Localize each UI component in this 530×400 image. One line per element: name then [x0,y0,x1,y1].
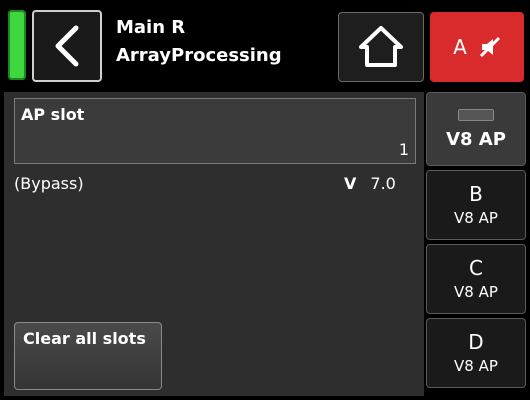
mute-channel-label: A [453,35,467,59]
tab-d-letter: D [468,330,484,354]
tab-a-label: V8 AP [446,128,506,150]
home-icon [359,26,403,67]
tab-d-sub: V8 AP [454,357,498,375]
ap-slot-field[interactable]: AP slot 1 [14,98,416,164]
bypass-status: (Bypass) [14,174,84,193]
tab-a[interactable]: V8 AP [426,92,526,166]
tab-d[interactable]: D V8 AP [426,318,526,388]
clear-all-slots-button[interactable]: Clear all slots [14,322,162,390]
tab-b-letter: B [469,182,483,206]
header-bar: Main R ArrayProcessing A [0,0,530,90]
tab-indicator-icon [458,108,494,121]
channel-tabs: V8 AP B V8 AP C V8 AP D V8 AP [426,92,530,400]
version-info: V 7.0 [344,174,396,193]
mute-button[interactable]: A [430,12,524,82]
main-panel: AP slot 1 (Bypass) V 7.0 Clear all slots [4,92,424,396]
tab-c[interactable]: C V8 AP [426,244,526,314]
version-value: 7.0 [370,174,396,193]
status-led [8,10,26,80]
back-arrow-icon [55,25,79,67]
ap-slot-label: AP slot [21,105,85,124]
version-prefix: V [344,174,357,193]
home-button[interactable] [338,12,424,82]
tab-c-letter: C [469,256,483,280]
title-line-2: ArrayProcessing [116,45,282,66]
tab-c-sub: V8 AP [454,283,498,301]
tab-b[interactable]: B V8 AP [426,170,526,240]
speaker-muted-icon [479,36,500,58]
page-title: Main R ArrayProcessing [116,14,282,70]
tab-b-sub: V8 AP [454,209,498,227]
title-line-1: Main R [116,17,186,38]
ap-slot-value: 1 [398,140,409,159]
back-button[interactable] [32,10,102,82]
